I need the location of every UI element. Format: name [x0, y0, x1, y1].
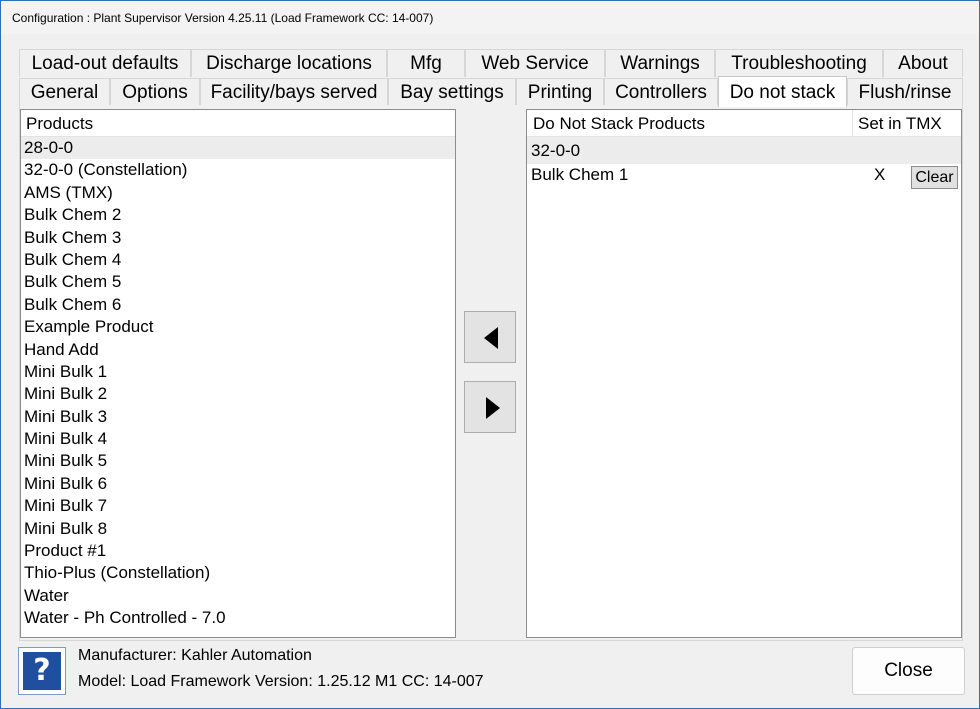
manufacturer-label: Manufacturer: Kahler Automation [78, 647, 312, 664]
column-separator [852, 110, 853, 137]
tab-mfg[interactable]: Mfg [387, 49, 465, 77]
left-arrow-icon [484, 327, 498, 349]
product-item[interactable]: Mini Bulk 4 [21, 428, 455, 450]
product-item[interactable]: Mini Bulk 2 [21, 383, 455, 405]
tab-warnings[interactable]: Warnings [605, 49, 715, 77]
tab-general[interactable]: General [19, 78, 110, 106]
product-item[interactable]: Thio-Plus (Constellation) [21, 562, 455, 584]
product-item[interactable]: 32-0-0 (Constellation) [21, 159, 455, 181]
tab-printing[interactable]: Printing [516, 78, 604, 106]
product-item[interactable]: Product #1 [21, 540, 455, 562]
products-rows: 28-0-0 32-0-0 (Constellation) AMS (TMX) Bul… [21, 137, 455, 630]
product-item[interactable]: Mini Bulk 8 [21, 518, 455, 540]
config-window: Configuration : Plant Supervisor Version… [0, 0, 980, 709]
tab-flush-rinse[interactable]: Flush/rinse [847, 78, 963, 106]
do-not-stack-product: Bulk Chem 1 [531, 165, 629, 184]
product-item[interactable]: Mini Bulk 7 [21, 495, 455, 517]
product-item[interactable]: Mini Bulk 5 [21, 450, 455, 472]
products-list[interactable]: Products 28-0-0 32-0-0 (Constellation) AMS… [20, 109, 456, 638]
tab-controllers[interactable]: Controllers [604, 78, 718, 106]
do-not-stack-group[interactable]: 32-0-0 [527, 137, 961, 164]
move-right-button[interactable] [464, 381, 516, 433]
product-item[interactable]: AMS (TMX) [21, 182, 455, 204]
tab-discharge-locations[interactable]: Discharge locations [191, 49, 387, 77]
right-arrow-icon [486, 397, 500, 419]
tab-facility-bays-served[interactable]: Facility/bays served [200, 78, 388, 106]
product-item[interactable]: Bulk Chem 2 [21, 204, 455, 226]
tab-options[interactable]: Options [110, 78, 200, 106]
product-item[interactable]: Mini Bulk 1 [21, 361, 455, 383]
tmx-mark: X [874, 165, 886, 184]
tab-web-service[interactable]: Web Service [465, 49, 605, 77]
title-bar: Configuration : Plant Supervisor Version… [1, 1, 979, 34]
do-not-stack-products-column[interactable]: Do Not Stack Products [533, 110, 705, 137]
model-label: Model: Load Framework Version: 1.25.12 M… [78, 673, 484, 690]
window-title: Configuration : Plant Supervisor Version… [12, 11, 434, 25]
do-not-stack-header: Do Not Stack Products Set in TMX [527, 110, 961, 137]
product-item[interactable]: Water - Ph Controlled - 7.0 [21, 607, 455, 629]
clear-button[interactable]: Clear [911, 166, 958, 189]
do-not-stack-list[interactable]: Do Not Stack Products Set in TMX 32-0-0 … [526, 109, 962, 638]
product-item[interactable]: Bulk Chem 6 [21, 294, 455, 316]
help-icon: ? [23, 652, 61, 690]
set-in-tmx-column[interactable]: Set in TMX [858, 110, 942, 137]
tab-do-not-stack[interactable]: Do not stack [718, 76, 847, 107]
product-item[interactable]: 28-0-0 [21, 137, 455, 160]
move-left-button[interactable] [464, 311, 516, 363]
product-item[interactable]: Water [21, 585, 455, 607]
tab-bay-settings[interactable]: Bay settings [388, 78, 516, 106]
do-not-stack-row[interactable]: Bulk Chem 1 X Clear [527, 164, 961, 194]
products-list-header: Products [21, 110, 455, 137]
product-item[interactable]: Hand Add [21, 339, 455, 361]
tab-about[interactable]: About [883, 49, 963, 77]
product-item[interactable]: Example Product [21, 316, 455, 338]
product-item[interactable]: Bulk Chem 5 [21, 271, 455, 293]
product-item[interactable]: Bulk Chem 3 [21, 227, 455, 249]
close-button[interactable]: Close [852, 647, 965, 695]
product-item[interactable]: Mini Bulk 3 [21, 406, 455, 428]
tab-troubleshooting[interactable]: Troubleshooting [715, 49, 883, 77]
product-item[interactable]: Mini Bulk 6 [21, 473, 455, 495]
help-button[interactable]: ? [18, 647, 66, 695]
product-item[interactable]: Bulk Chem 4 [21, 249, 455, 271]
tab-load-out-defaults[interactable]: Load-out defaults [19, 49, 191, 77]
